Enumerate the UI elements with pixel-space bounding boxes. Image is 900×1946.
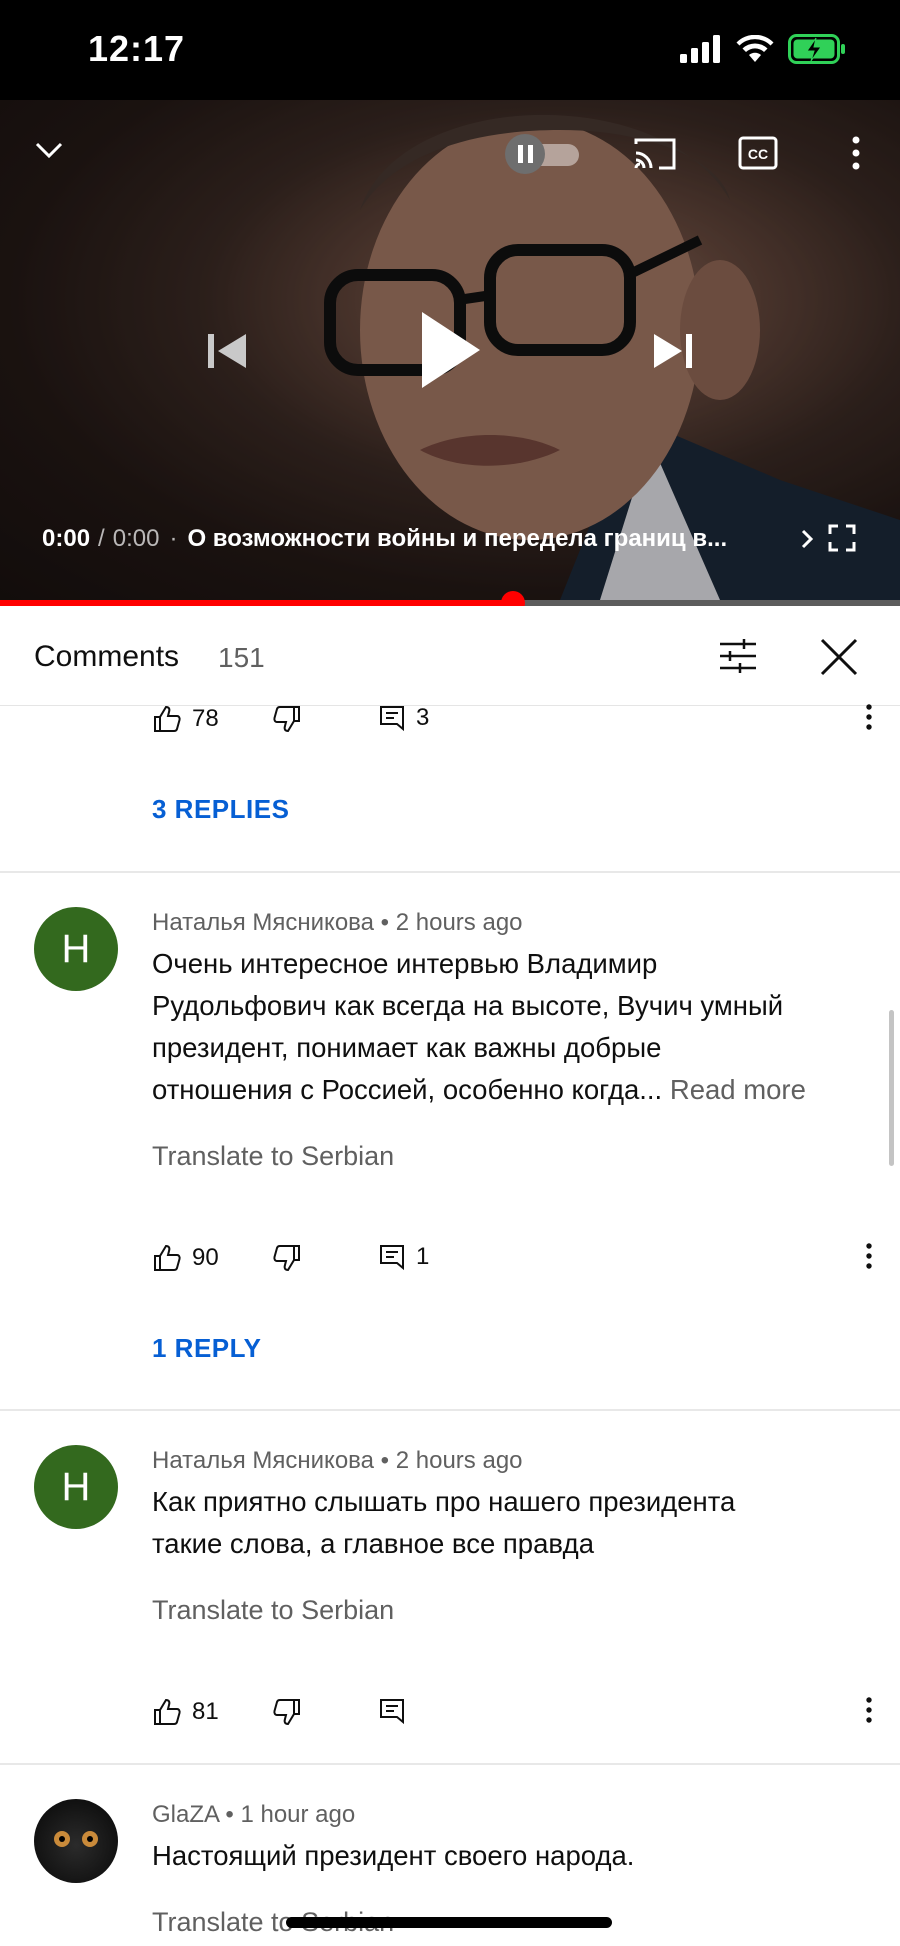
replies-link[interactable]: 3 REPLIES: [152, 794, 289, 825]
more-vert-icon[interactable]: [852, 136, 860, 170]
cc-icon[interactable]: CC: [738, 136, 778, 170]
close-icon[interactable]: [820, 638, 858, 676]
comment-text: Как приятно слышать про нашего президент…: [152, 1481, 872, 1565]
comment-text-line-end: отношения с Россией, особенно когда...: [152, 1074, 663, 1105]
comment-text-line: Настоящий президент своего народа.: [152, 1840, 635, 1871]
cast-icon[interactable]: [633, 136, 677, 172]
comment-text-line: Очень интересное интервью Владимир: [152, 948, 658, 979]
time-separator: /: [98, 525, 105, 552]
comment-meta: Наталья Мясникова • 2 hours ago: [152, 1447, 523, 1475]
like-button[interactable]: 90: [152, 1243, 219, 1273]
comments-title: Comments: [34, 640, 180, 673]
comment-item: Н Наталья Мясникова • 2 hours ago Как пр…: [0, 1411, 900, 1763]
wifi-icon: [736, 35, 774, 63]
status-icons: [680, 34, 846, 64]
chevron-right-icon[interactable]: [800, 528, 814, 550]
chevron-down-icon[interactable]: [34, 140, 64, 160]
comment-text-line: Как приятно слышать про нашего президент…: [152, 1486, 736, 1517]
reply-button[interactable]: [378, 1697, 406, 1725]
cat-avatar-icon: [54, 1831, 98, 1847]
comment-author[interactable]: Наталья Мясникова: [152, 909, 374, 936]
comment-time: 1 hour ago: [240, 1801, 356, 1828]
replies-link[interactable]: 1 REPLY: [152, 1333, 261, 1364]
like-button[interactable]: 78: [152, 704, 219, 734]
dislike-button[interactable]: [272, 1697, 302, 1727]
svg-text:CC: CC: [748, 146, 768, 162]
thumb-down-icon: [273, 1245, 300, 1272]
like-count: 90: [192, 1244, 219, 1271]
comment-time: 2 hours ago: [395, 909, 523, 936]
reply-button[interactable]: 3: [378, 704, 429, 732]
current-time: 0:00: [42, 525, 91, 552]
comment-item: 78 3 3 REPLIES: [0, 700, 900, 870]
autoplay-toggle[interactable]: [503, 134, 581, 174]
comment-text: Очень интересное интервью Владимир Рудол…: [152, 943, 872, 1111]
read-more-link[interactable]: Read more: [670, 1074, 806, 1105]
comment-text-line: такие слова, а главное все правда: [152, 1528, 595, 1559]
translate-link[interactable]: Translate to Serbian: [152, 1595, 394, 1626]
like-count: 81: [192, 1698, 219, 1725]
like-button[interactable]: 81: [152, 1697, 219, 1727]
comment-actions: 78 3: [0, 704, 900, 744]
meta-bullet: •: [380, 909, 390, 936]
title-dot: ·: [169, 525, 178, 552]
reply-icon: [380, 1245, 404, 1271]
status-bar: 12:17: [0, 0, 900, 100]
time-row: 0:00 / 0:00 · О возможности войны и пере…: [42, 525, 727, 553]
reply-button[interactable]: 1: [378, 1243, 429, 1271]
home-indicator: [286, 1917, 612, 1928]
duration: 0:00: [112, 525, 160, 552]
meta-bullet: •: [225, 1801, 234, 1828]
status-time: 12:17: [88, 28, 186, 69]
comment-text: Настоящий президент своего народа.: [152, 1835, 872, 1877]
like-count: 78: [192, 705, 219, 732]
comments-count: 151: [218, 642, 265, 673]
video-player[interactable]: CC 0:00 / 0:00 · О возможности войны и п…: [0, 100, 900, 600]
translate-link[interactable]: Translate to Serbian: [152, 1141, 394, 1172]
fullscreen-icon[interactable]: [828, 524, 856, 552]
next-icon[interactable]: [652, 332, 694, 370]
video-title[interactable]: О возможности войны и передела границ в.…: [187, 525, 727, 553]
reply-count: 1: [416, 1243, 430, 1270]
comment-actions: 90 1: [0, 1243, 900, 1283]
thumb-down-icon: [273, 1699, 300, 1726]
dislike-button[interactable]: [272, 1243, 302, 1273]
reply-icon: [380, 1699, 404, 1725]
play-icon[interactable]: [418, 310, 482, 390]
thumb-up-icon: [154, 705, 181, 732]
battery-icon: [788, 34, 846, 64]
avatar[interactable]: [34, 1799, 118, 1883]
thumb-up-icon: [154, 1244, 181, 1271]
comments-header: Comments 151: [0, 606, 900, 706]
comment-menu-icon[interactable]: [866, 1697, 872, 1723]
comment-author[interactable]: Наталья Мясникова: [152, 1447, 374, 1474]
comment-actions: 81: [0, 1697, 900, 1737]
comment-item: Н Наталья Мясникова • 2 hours ago Очень …: [0, 873, 900, 1409]
reply-count: 3: [416, 704, 430, 731]
comment-meta: Наталья Мясникова • 2 hours ago: [152, 909, 523, 937]
avatar[interactable]: Н: [34, 1445, 118, 1529]
comment-menu-icon[interactable]: [866, 1243, 872, 1269]
comment-time: 2 hours ago: [395, 1447, 523, 1474]
comment-text-line: президент, понимает как важны добрые: [152, 1032, 662, 1063]
signal-icon: [680, 35, 722, 63]
dislike-button[interactable]: [272, 704, 302, 734]
meta-bullet: •: [380, 1447, 390, 1474]
reply-icon: [380, 706, 404, 732]
comment-author[interactable]: GlaZA: [152, 1801, 219, 1828]
comment-text-line: отношения с Россией, особенно когда... R…: [152, 1069, 872, 1111]
comment-meta: GlaZA • 1 hour ago: [152, 1801, 355, 1829]
thumb-down-icon: [273, 706, 300, 733]
comment-menu-icon[interactable]: [866, 704, 872, 730]
avatar[interactable]: Н: [34, 907, 118, 991]
previous-icon[interactable]: [206, 332, 248, 370]
scrollbar[interactable]: [889, 1010, 894, 1166]
comment-text-line: Рудольфович как всегда на высоте, Вучич …: [152, 990, 784, 1021]
thumb-up-icon: [154, 1698, 181, 1725]
sort-filter-icon[interactable]: [718, 638, 758, 674]
